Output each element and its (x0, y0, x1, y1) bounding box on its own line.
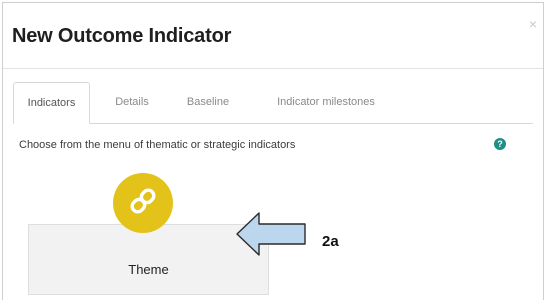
callout-arrow (236, 212, 306, 256)
theme-label: Theme (128, 262, 169, 277)
tab-indicator-milestones[interactable]: Indicator milestones (263, 82, 389, 123)
theme-card[interactable]: Theme (28, 224, 269, 295)
dialog-title: New Outcome Indicator (12, 25, 232, 47)
header-divider (3, 68, 543, 69)
link-icon (126, 184, 160, 223)
tab-details[interactable]: Details (108, 82, 156, 123)
new-outcome-indicator-dialog: New Outcome Indicator × Indicators Detai… (2, 2, 544, 300)
theme-badge[interactable] (113, 173, 173, 233)
tab-indicators[interactable]: Indicators (13, 82, 90, 124)
close-icon[interactable]: × (529, 17, 537, 31)
tab-baseline[interactable]: Baseline (178, 82, 238, 123)
callout-label: 2a (322, 233, 339, 250)
tab-bar: Indicators Details Baseline Indicator mi… (13, 82, 533, 124)
help-icon[interactable]: ? (494, 138, 506, 150)
instruction-text: Choose from the menu of thematic or stra… (19, 139, 296, 151)
